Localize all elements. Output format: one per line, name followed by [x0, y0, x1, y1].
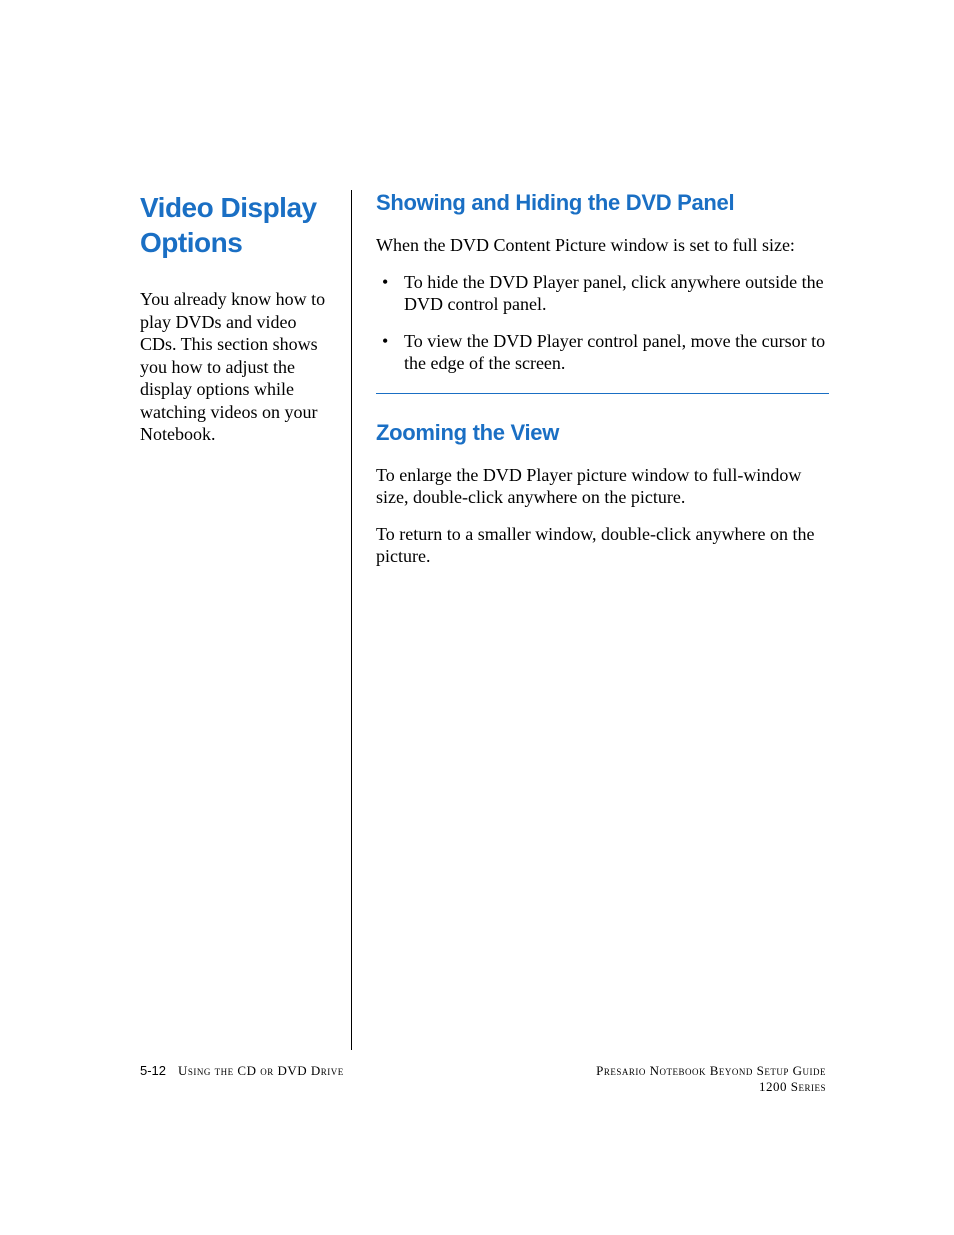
guide-title: Presario Notebook Beyond Setup Guide [596, 1063, 826, 1079]
bullet-list: To hide the DVD Player panel, click anyw… [376, 271, 829, 375]
page-number: 5-12 [140, 1063, 166, 1078]
main-content: Showing and Hiding the DVD Panel When th… [376, 190, 829, 1050]
page-footer: 5-12 Using the CD or DVD Drive Presario … [140, 1063, 826, 1095]
section-divider [376, 393, 829, 394]
body-paragraph: To return to a smaller window, double-cl… [376, 523, 829, 568]
chapter-label: Using the CD or DVD Drive [178, 1063, 344, 1079]
sidebar: Video Display Options You already know h… [140, 190, 352, 1050]
subsection-heading: Zooming the View [376, 420, 829, 446]
document-page: Video Display Options You already know h… [0, 0, 954, 1235]
content-columns: Video Display Options You already know h… [140, 190, 829, 1050]
series-label: 1200 Series [596, 1079, 826, 1095]
sidebar-intro: You already know how to play DVDs and vi… [140, 288, 337, 446]
lead-paragraph: When the DVD Content Picture window is s… [376, 234, 829, 257]
subsection-heading: Showing and Hiding the DVD Panel [376, 190, 829, 216]
list-item: To view the DVD Player control panel, mo… [376, 330, 829, 375]
footer-right: Presario Notebook Beyond Setup Guide 120… [596, 1063, 826, 1095]
list-item: To hide the DVD Player panel, click anyw… [376, 271, 829, 316]
footer-left: 5-12 Using the CD or DVD Drive [140, 1063, 344, 1079]
body-paragraph: To enlarge the DVD Player picture window… [376, 464, 829, 509]
section-title: Video Display Options [140, 190, 337, 260]
